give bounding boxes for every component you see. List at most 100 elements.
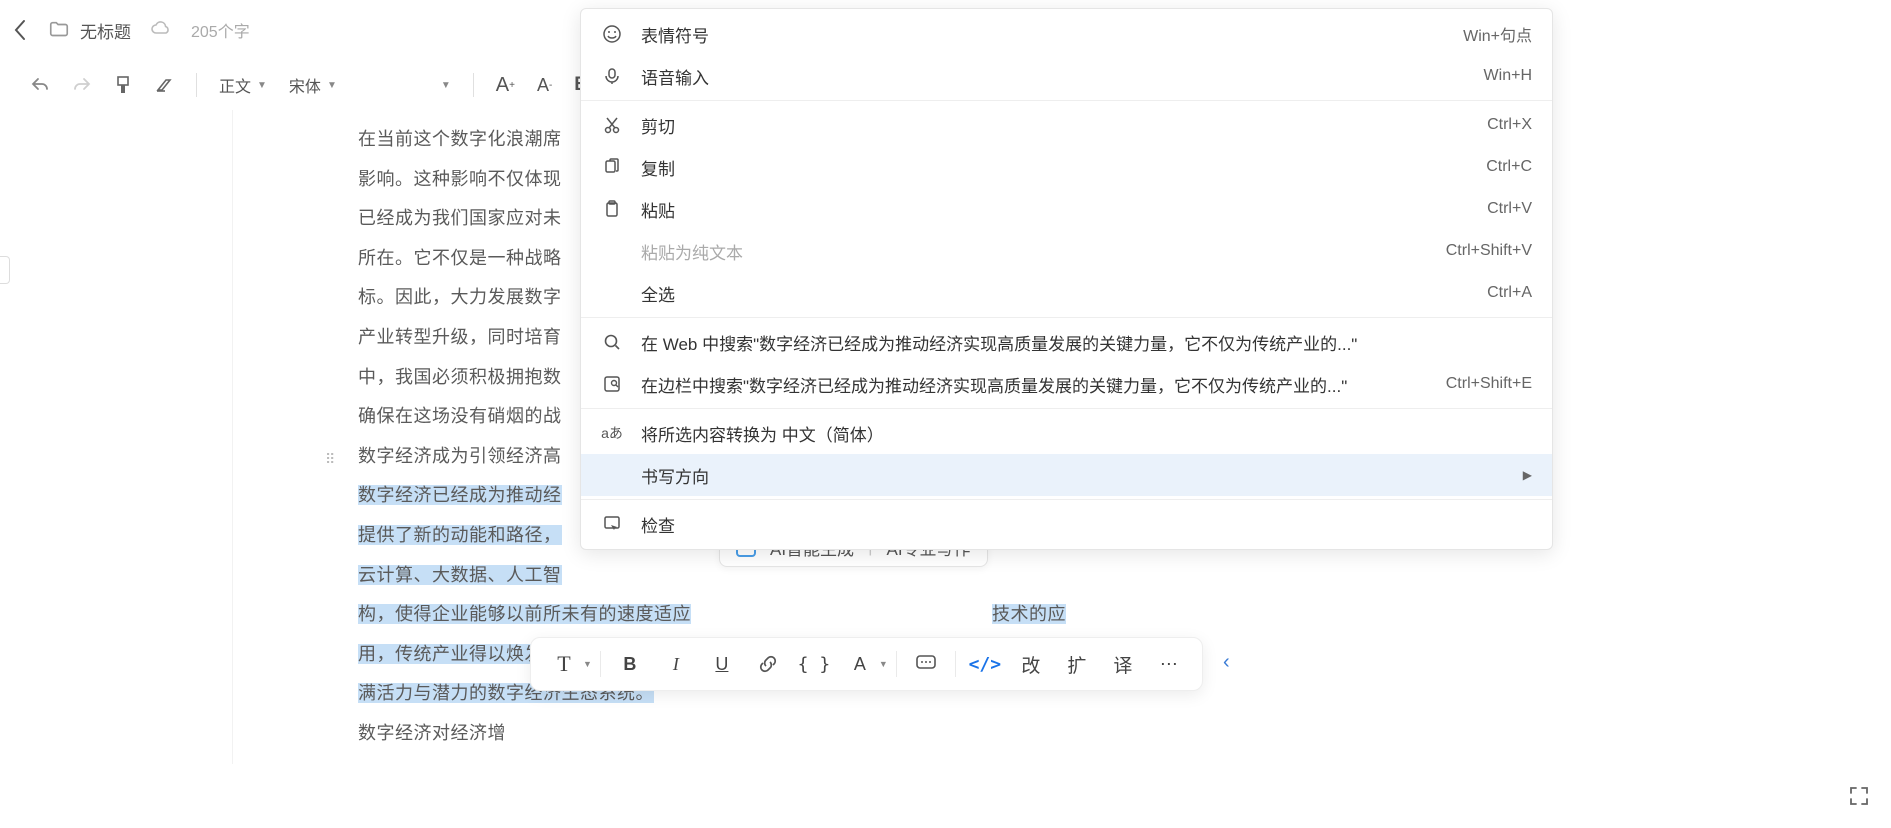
comment-button[interactable]: [905, 643, 947, 685]
menu-shortcut: Ctrl+Shift+E: [1446, 375, 1532, 393]
body-text: 产业转型升级，同时培育: [358, 327, 562, 347]
paragraph-style-select[interactable]: 正文 ▼: [219, 73, 267, 97]
translate-icon: aあ: [601, 423, 623, 443]
body-text: 影响。这种影响不仅体现: [358, 169, 562, 189]
menu-label: 粘贴为纯文本: [641, 239, 1428, 264]
menu-shortcut: Ctrl+A: [1487, 284, 1532, 302]
selected-text: 云计算、大数据、人工智: [358, 565, 562, 585]
menu-paste-plain: 粘贴为纯文本 Ctrl+Shift+V: [581, 230, 1552, 272]
chevron-down-icon: ▼: [257, 80, 267, 91]
decrease-font-button[interactable]: A-: [537, 75, 552, 96]
sidebar-search-icon: [601, 374, 623, 394]
menu-label: 在边栏中搜索"数字经济已经成为推动经济实现高质量发展的关键力量，它不仅为传统产业…: [641, 372, 1428, 397]
menu-voice-input[interactable]: 语音输入 Win+H: [581, 55, 1552, 97]
menu-web-search[interactable]: 在 Web 中搜索"数字经济已经成为推动经济实现高质量发展的关键力量，它不仅为传…: [581, 321, 1552, 363]
drag-handle-icon[interactable]: ⠿: [325, 451, 336, 468]
code-block-button[interactable]: { }: [793, 643, 835, 685]
selected-text: 数字经济已经成为推动经: [358, 485, 562, 505]
menu-emoji[interactable]: 表情符号 Win+句点: [581, 13, 1552, 55]
side-panel-toggle[interactable]: [0, 256, 10, 284]
menu-label: 语音输入: [641, 64, 1466, 89]
font-family-label: 宋体: [289, 73, 321, 97]
menu-divider: [581, 499, 1552, 500]
menu-label: 表情符号: [641, 22, 1445, 47]
menu-divider: [581, 100, 1552, 101]
font-size-select[interactable]: ▼: [441, 80, 451, 91]
menu-copy[interactable]: 复制 Ctrl+C: [581, 146, 1552, 188]
body-text: 中，我国必须积极拥抱数: [358, 367, 562, 387]
selection-toolbar: T ▼ B I U { } A ▼ </> 改 扩 译 ⋯: [530, 637, 1203, 691]
selected-text: 提供了新的动能和路径，: [358, 525, 562, 545]
menu-shortcut: Ctrl+V: [1487, 200, 1532, 218]
copy-icon: [601, 157, 623, 177]
ai-expand-button[interactable]: 扩: [1056, 643, 1098, 685]
divider: [600, 651, 601, 677]
menu-writing-direction[interactable]: 书写方向 ▶: [581, 454, 1552, 496]
divider: [896, 651, 897, 677]
fullscreen-icon[interactable]: [1845, 782, 1873, 810]
divider: [473, 73, 474, 97]
menu-select-all[interactable]: 全选 Ctrl+A: [581, 272, 1552, 314]
chevron-down-icon: ▼: [441, 80, 451, 91]
collapse-toolbar-button[interactable]: ‹: [1223, 651, 1230, 674]
menu-label: 书写方向: [641, 463, 1505, 488]
menu-label: 复制: [641, 155, 1468, 180]
menu-translate[interactable]: aあ 将所选内容转换为 中文（简体）: [581, 412, 1552, 454]
font-color-button[interactable]: A: [839, 643, 881, 685]
cut-icon: [601, 115, 623, 135]
menu-label: 检查: [641, 512, 1532, 537]
bold-button[interactable]: B: [609, 643, 651, 685]
menu-paste[interactable]: 粘贴 Ctrl+V: [581, 188, 1552, 230]
menu-shortcut: Win+句点: [1463, 22, 1532, 46]
code-button[interactable]: </>: [964, 643, 1006, 685]
format-painter-button[interactable]: [114, 75, 132, 95]
document-title-group[interactable]: 无标题: [48, 18, 131, 43]
sync-icon[interactable]: [149, 18, 173, 42]
menu-shortcut: Ctrl+C: [1486, 158, 1532, 176]
divider: [955, 651, 956, 677]
ai-rewrite-button[interactable]: 改: [1010, 643, 1052, 685]
redo-button[interactable]: [72, 76, 92, 94]
menu-shortcut: Ctrl+Shift+V: [1446, 242, 1532, 260]
microphone-icon: [601, 66, 623, 86]
context-menu: 表情符号 Win+句点 语音输入 Win+H 剪切 Ctrl+X 复制 Ctrl…: [580, 8, 1553, 550]
chevron-right-icon: ▶: [1523, 468, 1532, 482]
text-style-button[interactable]: T: [543, 643, 585, 685]
word-count: 205个字: [191, 18, 250, 42]
paste-icon: [601, 199, 623, 219]
chevron-down-icon: ▼: [879, 659, 888, 669]
back-button[interactable]: [10, 20, 30, 40]
menu-shortcut: Ctrl+X: [1487, 116, 1532, 134]
selected-text: 构，使得企业能够以前所未有的速度适应: [358, 604, 691, 624]
emoji-icon: [601, 24, 623, 44]
link-button[interactable]: [747, 643, 789, 685]
body-text: 所在。它不仅是一种战略: [358, 248, 562, 268]
paragraph-style-label: 正文: [219, 73, 251, 97]
ai-translate-button[interactable]: 译: [1102, 643, 1144, 685]
clear-format-button[interactable]: [154, 76, 174, 94]
font-family-select[interactable]: 宋体 ▼: [289, 73, 337, 97]
menu-sidebar-search[interactable]: 在边栏中搜索"数字经济已经成为推动经济实现高质量发展的关键力量，它不仅为传统产业…: [581, 363, 1552, 405]
increase-font-button[interactable]: A+: [496, 74, 515, 97]
body-text: 数字经济对经济增: [358, 723, 506, 743]
inspect-icon: [601, 514, 623, 534]
folder-icon: [48, 19, 70, 41]
menu-label: 将所选内容转换为 中文（简体）: [641, 421, 1532, 446]
menu-label: 粘贴: [641, 197, 1469, 222]
more-button[interactable]: ⋯: [1148, 643, 1190, 685]
menu-label: 全选: [641, 281, 1469, 306]
menu-cut[interactable]: 剪切 Ctrl+X: [581, 104, 1552, 146]
search-icon: [601, 332, 623, 352]
heading-text: 数字经济成为引领经济高: [358, 446, 562, 466]
menu-inspect[interactable]: 检查: [581, 503, 1552, 545]
body-text: 已经成为我们国家应对未: [358, 208, 562, 228]
body-text: 确保在这场没有硝烟的战: [358, 406, 562, 426]
document-title: 无标题: [80, 18, 131, 43]
selected-text: 技术的应: [992, 604, 1066, 624]
divider: [196, 73, 197, 97]
underline-button[interactable]: U: [701, 643, 743, 685]
italic-button[interactable]: I: [655, 643, 697, 685]
undo-button[interactable]: [30, 76, 50, 94]
chevron-down-icon: ▼: [583, 659, 592, 669]
body-text: 标。因此，大力发展数字: [358, 287, 562, 307]
